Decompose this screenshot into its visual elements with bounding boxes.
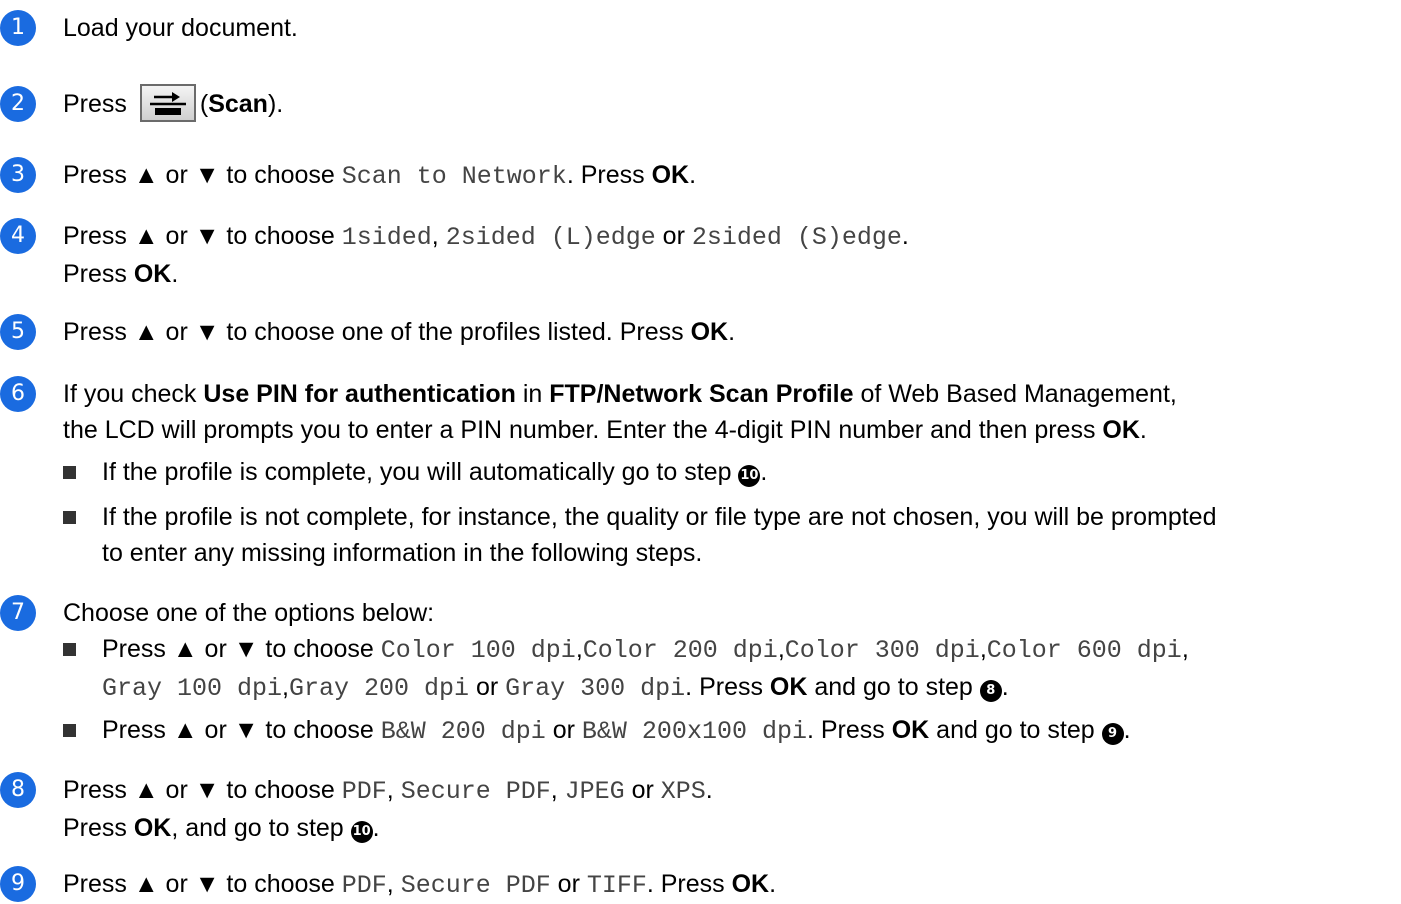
scan-key-icon [139, 84, 196, 123]
step-number: 1 [0, 10, 36, 46]
step-text: Press ▲ or ▼ to choose PDF, Secure PDF, … [63, 776, 713, 843]
step-number: 5 [0, 314, 36, 350]
step-number: 7 [0, 595, 36, 631]
step-text: Load your document. [63, 14, 298, 42]
bullet-square-icon [63, 643, 76, 656]
step-number: 9 [0, 866, 36, 902]
step-reference-badge: 8 [979, 680, 1002, 702]
bullet-square-icon [63, 466, 76, 479]
step-text: Press ▲ or ▼ to choose Scan to Network. … [63, 161, 697, 191]
bullet-item: If the profile is complete, you will aut… [63, 454, 1217, 490]
step-reference-badge: 9 [1101, 723, 1124, 745]
bullet-item: Press ▲ or ▼ to choose Color 100 dpi,Col… [63, 631, 1189, 707]
step-number: 3 [0, 157, 36, 193]
step-reference-badge: 10 [350, 821, 373, 843]
step-number: 6 [0, 376, 36, 412]
step-text: Choose one of the options below: Press ▲… [63, 595, 1189, 750]
bullet-item: Press ▲ or ▼ to choose B&W 200 dpi or B&… [63, 712, 1189, 750]
step-number: 8 [0, 772, 36, 808]
step-text: Press ▲ or ▼ to choose one of the profil… [63, 318, 736, 346]
bullet-item: If the profile is not complete, for inst… [63, 499, 1217, 571]
bullet-square-icon [63, 511, 76, 524]
step-text: Press (Scan). [63, 84, 283, 124]
step-number: 4 [0, 218, 36, 254]
step-text: If you check Use PIN for authentication … [63, 376, 1217, 571]
step-number: 2 [0, 86, 36, 122]
step-text: Press ▲ or ▼ to choose PDF, Secure PDF o… [63, 870, 777, 900]
step-text: Press ▲ or ▼ to choose 1sided, 2sided (L… [63, 222, 909, 288]
bullet-square-icon [63, 724, 76, 737]
step-reference-badge: 10 [738, 465, 761, 487]
